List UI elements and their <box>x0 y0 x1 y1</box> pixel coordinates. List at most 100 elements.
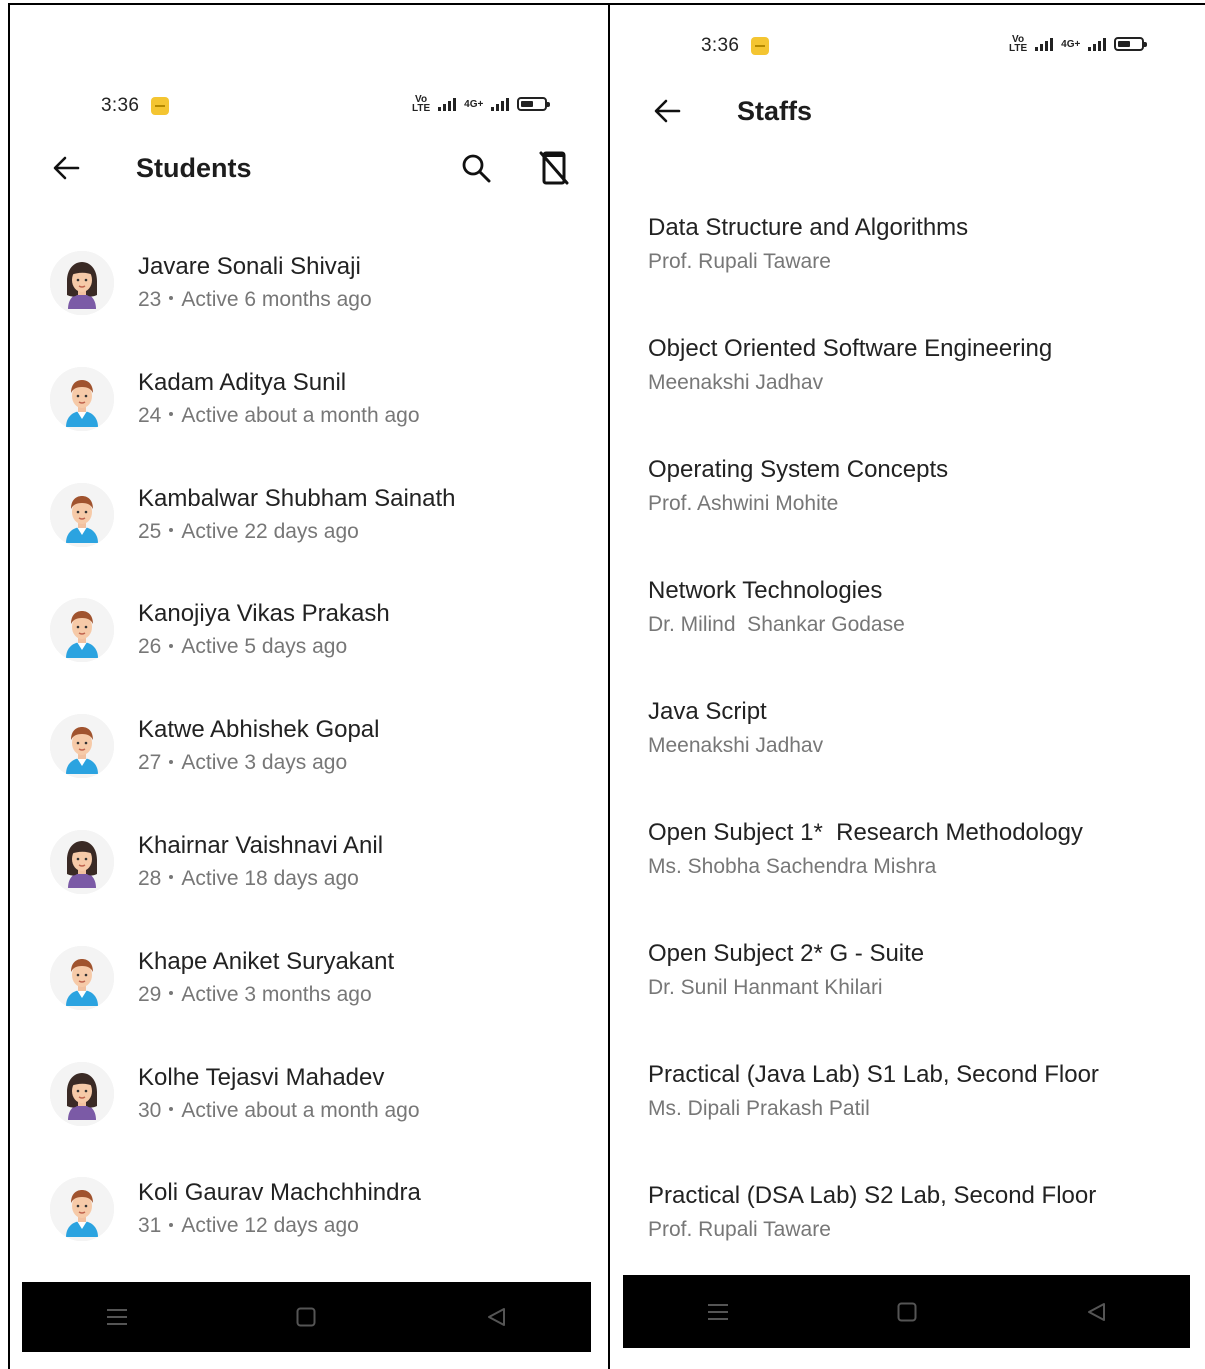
volte-label: Vo LTE <box>412 94 431 114</box>
student-meta: 23 Active 6 months ago <box>138 286 372 314</box>
student-meta: 26 Active 5 days ago <box>138 633 390 661</box>
student-name: Kadam Aditya Sunil <box>138 368 347 396</box>
student-roll: 30 <box>138 1098 162 1122</box>
staff-list-item[interactable]: Java Script Meenakshi Jadhav <box>648 697 1188 760</box>
page-title: Staffs <box>737 95 813 126</box>
staff-list-item[interactable]: Operating System Concepts Prof. Ashwini M… <box>648 455 1188 518</box>
4g-label: 4G+ <box>464 98 484 110</box>
search-icon[interactable] <box>458 150 494 186</box>
staff-list-item[interactable]: Object Oriented Software Engineering Meen… <box>648 334 1188 397</box>
staffs-screen: 3:36 Vo LTE 4G+ Staffs Data Structure and… <box>623 5 1205 1369</box>
back-triangle-icon[interactable] <box>476 1297 516 1337</box>
staff-list-item[interactable]: Practical (Java Lab) S1 Lab, Second Floo… <box>648 1060 1188 1123</box>
student-roll: 26 <box>138 635 162 659</box>
avatar <box>50 366 114 431</box>
staff-teacher: Dr. Sunil Hanmant Khilari <box>648 976 883 999</box>
student-roll: 23 <box>138 288 162 311</box>
student-roll: 28 <box>138 867 162 890</box>
staff-subject: Practical (Java Lab) S1 Lab, Second Floo… <box>648 1061 1099 1088</box>
home-square-icon[interactable] <box>286 1297 326 1337</box>
student-roll: 31 <box>138 1214 162 1238</box>
student-list-item[interactable]: Kadam Aditya Sunil 24 Active about a month… <box>10 341 608 457</box>
battery-icon <box>1114 37 1148 51</box>
student-list-item[interactable]: Khairnar Vaishnavi Anil 28 Active 18 days … <box>10 804 608 920</box>
separator-dot <box>169 991 174 996</box>
staff-list-item[interactable]: Practical (DSA Lab) S2 Lab, Second Floor… <box>648 1181 1188 1244</box>
separator-dot <box>169 643 174 648</box>
home-square-icon[interactable] <box>887 1292 927 1332</box>
avatar <box>50 482 114 547</box>
student-list-item[interactable]: Katwe Abhishek Gopal 27 Active 3 days ago <box>10 688 608 804</box>
separator-dot <box>169 296 174 301</box>
student-list-item[interactable]: Kolhe Tejasvi Mahadev 30 Active about a mo… <box>10 1036 608 1152</box>
student-meta: 27 Active 3 days ago <box>138 749 380 777</box>
arrow-back-icon[interactable] <box>50 152 82 184</box>
student-list-item[interactable]: Koli Gaurav Machchhindra 31 Active 12 days… <box>10 1151 608 1267</box>
separator-dot <box>169 1107 174 1112</box>
staff-list-item[interactable]: Network Technologies Dr. Milind Shankar G… <box>648 576 1188 639</box>
status-time: 3:36 <box>101 95 140 116</box>
app-bar: Staffs <box>651 91 812 131</box>
staff-subject: Practical (DSA Lab) S2 Lab, Second Floor <box>648 1182 1097 1209</box>
student-active: Active 12 days ago <box>181 1214 359 1238</box>
student-meta: 25 Active 22 days ago <box>138 518 456 546</box>
staff-list-item[interactable]: Data Structure and Algorithms Prof. Rupal… <box>648 213 1188 276</box>
student-name: Khairnar Vaishnavi Anil <box>138 832 384 859</box>
menu-icon[interactable] <box>698 1292 738 1332</box>
separator-dot <box>169 412 174 417</box>
student-text: Koli Gaurav Machchhindra 31 Active 12 days… <box>138 1178 421 1240</box>
staff-subject: Network Technologies <box>648 577 883 604</box>
student-meta: 28 Active 18 days ago <box>138 865 383 893</box>
staff-teacher: Ms. Dipali Prakash Patil <box>648 1097 870 1120</box>
student-text: Kadam Aditya Sunil 24 Active about a month… <box>138 368 420 430</box>
signal-icon <box>1035 37 1054 51</box>
student-list-item[interactable]: Kambalwar Shubham Sainath 25 Active 22 day… <box>10 457 608 573</box>
back-triangle-icon[interactable] <box>1076 1292 1116 1332</box>
student-name: Kolhe Tejasvi Mahadev <box>138 1063 385 1091</box>
separator-dot <box>169 759 174 764</box>
avatar <box>50 598 114 663</box>
staff-teacher: Meenakshi Jadhav <box>648 734 824 757</box>
volte-label: Vo LTE <box>1009 34 1028 54</box>
navigation-bar <box>22 1282 591 1352</box>
separator-dot <box>169 528 174 533</box>
student-roll: 29 <box>138 982 162 1006</box>
staff-subject: Java Script <box>648 698 767 725</box>
arrow-back-icon[interactable] <box>651 95 683 127</box>
staff-subject: Data Structure and Algorithms <box>648 214 969 241</box>
separator-dot <box>169 875 174 880</box>
student-roll: 24 <box>138 403 162 427</box>
status-bar: 3:36 <box>101 91 170 121</box>
student-meta: 24 Active about a month ago <box>138 402 420 430</box>
student-text: Khairnar Vaishnavi Anil 28 Active 18 days … <box>138 831 383 893</box>
student-list-item[interactable]: Javare Sonali Shivaji 23 Active 6 months a… <box>10 225 608 341</box>
avatar <box>50 1177 114 1242</box>
staff-list-item[interactable]: Open Subject 2* G - Suite Dr. Sunil Hanma… <box>648 939 1188 1002</box>
signal-icon <box>438 97 457 111</box>
student-name: Katwe Abhishek Gopal <box>138 716 380 744</box>
battery-icon <box>517 97 551 111</box>
student-list-item[interactable]: Kanojiya Vikas Prakash 26 Active 5 days ag… <box>10 572 608 688</box>
staff-list-item[interactable]: Open Subject 1* Research Methodology Ms. … <box>648 818 1188 881</box>
phone-off-icon[interactable] <box>536 150 572 186</box>
student-list-item[interactable]: Khape Aniket Suryakant 29 Active 3 months … <box>10 920 608 1036</box>
avatar <box>50 251 114 315</box>
student-name: Khape Aniket Suryakant <box>138 947 395 975</box>
staff-teacher: Ms. Shobha Sachendra Mishra <box>648 855 937 878</box>
student-roll: 25 <box>138 519 162 543</box>
staff-subject: Open Subject 2* G - Suite <box>648 940 925 967</box>
notification-icon <box>751 37 770 55</box>
notification-icon <box>151 97 170 115</box>
student-name: Kambalwar Shubham Sainath <box>138 484 456 512</box>
student-active: Active 3 days ago <box>181 751 348 775</box>
staff-subject: Operating System Concepts <box>648 456 949 483</box>
status-time: 3:36 <box>701 35 740 56</box>
staff-subject: Open Subject 1* Research Methodology <box>648 819 1083 846</box>
staff-teacher: Prof. Rupali Taware <box>648 250 831 273</box>
staff-teacher: Prof. Rupali Taware <box>648 1218 831 1241</box>
student-meta: 30 Active about a month ago <box>138 1097 420 1125</box>
staff-teacher: Meenakshi Jadhav <box>648 371 824 394</box>
student-text: Katwe Abhishek Gopal 27 Active 3 days ago <box>138 715 380 777</box>
student-active: Active 3 months ago <box>181 982 372 1006</box>
menu-icon[interactable] <box>97 1297 137 1337</box>
